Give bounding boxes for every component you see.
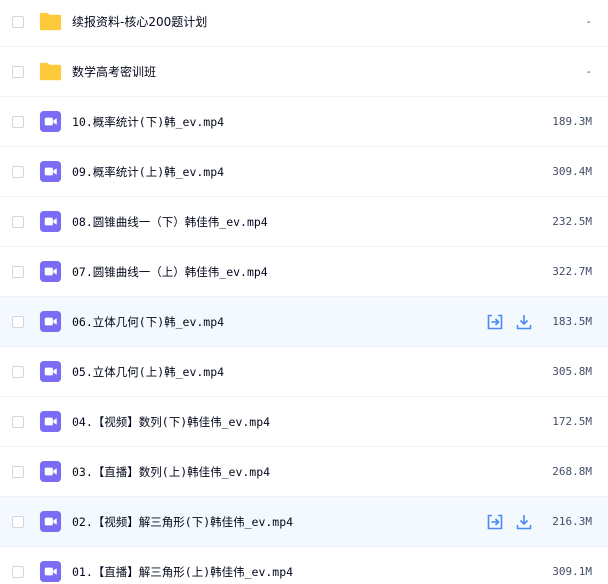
file-name[interactable]: 02.【视频】解三角形(下)韩佳伟_ev.mp4 [72,514,293,530]
video-file-icon [39,460,62,483]
file-name[interactable]: 数学高考密训班 [72,63,156,80]
row-checkbox[interactable] [12,515,24,528]
file-row[interactable]: 01.【直播】解三角形(上)韩佳伟_ev.mp4 309.1M [0,547,608,584]
video-file-icon [39,260,62,283]
video-file-icon [39,560,62,583]
row-checkbox[interactable] [12,465,24,478]
file-size: - [585,15,592,28]
file-name[interactable]: 09.概率统计(上)韩_ev.mp4 [72,164,224,180]
file-size: 232.5M [552,215,592,228]
file-size: 183.5M [552,315,592,328]
row-checkbox[interactable] [12,365,24,378]
file-row[interactable]: 10.概率统计(下)韩_ev.mp4 189.3M [0,97,608,147]
file-size: 309.1M [552,565,592,578]
video-file-icon [39,510,62,533]
row-checkbox[interactable] [12,115,24,128]
file-size: - [585,65,592,78]
file-size: 189.3M [552,115,592,128]
file-row[interactable]: 03.【直播】数列(上)韩佳伟_ev.mp4 268.8M [0,447,608,497]
video-file-icon [39,110,62,133]
file-name[interactable]: 07.圆锥曲线一（上）韩佳伟_ev.mp4 [72,264,268,280]
row-checkbox[interactable] [12,65,24,78]
file-row[interactable]: 02.【视频】解三角形(下)韩佳伟_ev.mp4 216.3M [0,497,608,547]
row-actions [486,513,533,531]
file-name[interactable]: 05.立体几何(上)韩_ev.mp4 [72,364,224,380]
file-row[interactable]: 续报资料-核心200题计划 - [0,0,608,47]
folder-icon [39,60,62,83]
file-name[interactable]: 01.【直播】解三角形(上)韩佳伟_ev.mp4 [72,564,293,580]
row-checkbox[interactable] [12,265,24,278]
file-row[interactable]: 07.圆锥曲线一（上）韩佳伟_ev.mp4 322.7M [0,247,608,297]
folder-icon [39,10,62,33]
video-file-icon [39,210,62,233]
row-checkbox[interactable] [12,315,24,328]
file-size: 172.5M [552,415,592,428]
file-row[interactable]: 06.立体几何(下)韩_ev.mp4 183.5M [0,297,608,347]
file-size: 268.8M [552,465,592,478]
file-row[interactable]: 05.立体几何(上)韩_ev.mp4 305.8M [0,347,608,397]
file-row[interactable]: 09.概率统计(上)韩_ev.mp4 309.4M [0,147,608,197]
file-row[interactable]: 04.【视频】数列(下)韩佳伟_ev.mp4 172.5M [0,397,608,447]
row-checkbox[interactable] [12,15,24,28]
file-list: 续报资料-核心200题计划 - 数学高考密训班 - 10.概率统计(下)韩_ev… [0,0,608,584]
row-actions [486,313,533,331]
file-row[interactable]: 数学高考密训班 - [0,47,608,97]
file-size: 309.4M [552,165,592,178]
file-name[interactable]: 10.概率统计(下)韩_ev.mp4 [72,114,224,130]
download-icon[interactable] [515,513,533,531]
video-file-icon [39,310,62,333]
share-icon[interactable] [486,513,504,531]
file-name[interactable]: 续报资料-核心200题计划 [72,13,207,30]
file-size: 322.7M [552,265,592,278]
video-file-icon [39,360,62,383]
file-size: 216.3M [552,515,592,528]
file-name[interactable]: 06.立体几何(下)韩_ev.mp4 [72,314,224,330]
file-size: 305.8M [552,365,592,378]
file-name[interactable]: 04.【视频】数列(下)韩佳伟_ev.mp4 [72,414,270,430]
file-row[interactable]: 08.圆锥曲线一（下）韩佳伟_ev.mp4 232.5M [0,197,608,247]
download-icon[interactable] [515,313,533,331]
file-name[interactable]: 08.圆锥曲线一（下）韩佳伟_ev.mp4 [72,214,268,230]
video-file-icon [39,410,62,433]
row-checkbox[interactable] [12,415,24,428]
row-checkbox[interactable] [12,215,24,228]
row-checkbox[interactable] [12,565,24,578]
video-file-icon [39,160,62,183]
share-icon[interactable] [486,313,504,331]
row-checkbox[interactable] [12,165,24,178]
file-name[interactable]: 03.【直播】数列(上)韩佳伟_ev.mp4 [72,464,270,480]
